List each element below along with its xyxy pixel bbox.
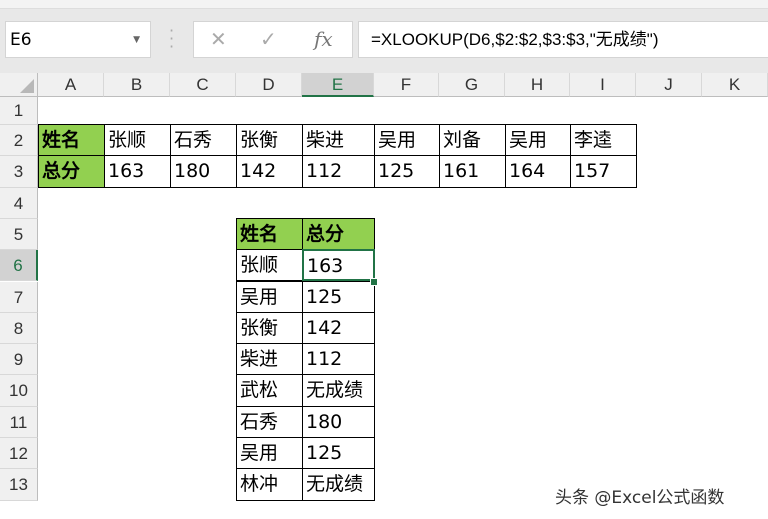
score-cell[interactable]: 161: [439, 155, 506, 188]
column-header-H[interactable]: H: [505, 73, 570, 97]
lookup-score-cell[interactable]: 142: [302, 311, 375, 345]
row-header-3[interactable]: 3: [0, 156, 38, 188]
lookup-score-cell[interactable]: 125: [302, 437, 375, 470]
row-header-8[interactable]: 8: [0, 312, 38, 345]
score-cell[interactable]: 163: [104, 155, 171, 188]
row-header-2[interactable]: 2: [0, 125, 38, 157]
name-cell[interactable]: 李逵: [570, 124, 637, 157]
name-cell[interactable]: 吴用: [374, 124, 440, 157]
drag-handle-icon[interactable]: · · ·: [169, 23, 174, 55]
lookup-header-name[interactable]: 姓名: [236, 217, 303, 251]
name-box[interactable]: E6 ▼: [5, 21, 151, 58]
name-cell[interactable]: 柴进: [302, 124, 375, 157]
lookup-name-cell[interactable]: 柴进: [236, 343, 303, 376]
row-label-score[interactable]: 总分: [38, 155, 105, 188]
row-header-7[interactable]: 7: [0, 281, 38, 313]
formula-input[interactable]: =XLOOKUP(D6,$2:$2,$3:$3,"无成绩"): [358, 21, 768, 58]
enter-icon[interactable]: ✓: [260, 27, 277, 51]
column-header-F[interactable]: F: [374, 73, 439, 97]
lookup-score-cell[interactable]: 无成绩: [302, 374, 375, 407]
lookup-score-cell[interactable]: 112: [302, 343, 375, 376]
name-cell[interactable]: 石秀: [170, 124, 237, 157]
chevron-down-icon[interactable]: ▼: [133, 22, 140, 59]
column-header-B[interactable]: B: [104, 73, 170, 97]
name-cell[interactable]: 张衡: [236, 124, 303, 157]
column-header-E[interactable]: E: [302, 73, 374, 97]
score-cell[interactable]: 112: [302, 155, 375, 188]
watermark: 头条 @Excel公式函数: [555, 488, 725, 508]
lookup-name-cell[interactable]: 石秀: [236, 405, 303, 438]
lookup-score-cell[interactable]: 163: [302, 249, 375, 282]
fx-icon[interactable]: fx: [314, 27, 333, 51]
row-header-6[interactable]: 6: [0, 250, 38, 282]
name-cell[interactable]: 吴用: [505, 124, 571, 157]
lookup-score-cell[interactable]: 180: [302, 405, 375, 438]
fill-handle[interactable]: [370, 277, 378, 286]
column-header-K[interactable]: K: [702, 73, 768, 97]
column-header-J[interactable]: J: [636, 73, 702, 97]
name-cell[interactable]: 张顺: [104, 124, 171, 157]
name-box-value: E6: [10, 30, 32, 50]
column-header-A[interactable]: A: [38, 73, 104, 97]
lookup-name-cell[interactable]: 吴用: [236, 437, 303, 470]
row-header-5[interactable]: 5: [0, 218, 38, 251]
column-header-G[interactable]: G: [439, 73, 505, 97]
score-cell[interactable]: 125: [374, 155, 440, 188]
row-header-4[interactable]: 4: [0, 187, 38, 219]
row-header-12[interactable]: 12: [0, 438, 38, 470]
lookup-header-score[interactable]: 总分: [302, 217, 375, 251]
column-header-I[interactable]: I: [570, 73, 636, 97]
lookup-name-cell[interactable]: 吴用: [236, 280, 303, 313]
row-label-name[interactable]: 姓名: [38, 124, 105, 157]
select-all-button[interactable]: [0, 73, 38, 97]
lookup-name-cell[interactable]: 张顺: [236, 249, 303, 282]
lookup-score-cell[interactable]: 无成绩: [302, 468, 375, 501]
lookup-name-cell[interactable]: 武松: [236, 374, 303, 407]
row-header-10[interactable]: 10: [0, 375, 38, 407]
lookup-score-cell[interactable]: 125: [302, 280, 375, 313]
score-cell[interactable]: 180: [170, 155, 237, 188]
lookup-name-cell[interactable]: 张衡: [236, 311, 303, 345]
row-header-9[interactable]: 9: [0, 344, 38, 376]
formula-buttons: ✕ ✓ fx: [193, 21, 353, 58]
lookup-name-cell[interactable]: 林冲: [236, 468, 303, 501]
name-cell[interactable]: 刘备: [439, 124, 506, 157]
formula-bar-area: E6 ▼ · · · ✕ ✓ fx =XLOOKUP(D6,$2:$2,$3:$3,"…: [0, 9, 768, 73]
row-header-13[interactable]: 13: [0, 469, 38, 501]
ribbon-strip: [0, 0, 768, 9]
cancel-icon[interactable]: ✕: [210, 27, 227, 51]
score-cell[interactable]: 142: [236, 155, 303, 188]
column-header-D[interactable]: D: [236, 73, 302, 97]
column-header-C[interactable]: C: [170, 73, 236, 97]
row-header-1[interactable]: 1: [0, 97, 38, 125]
score-cell[interactable]: 157: [570, 155, 637, 188]
score-cell[interactable]: 164: [505, 155, 571, 188]
row-header-11[interactable]: 11: [0, 406, 38, 438]
